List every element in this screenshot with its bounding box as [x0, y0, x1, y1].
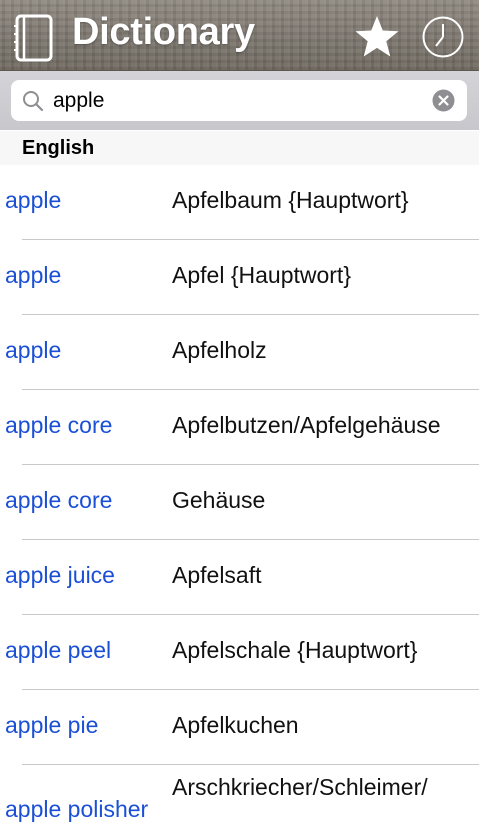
section-header: English [0, 131, 479, 165]
entry-translation: Apfelschale {Hauptwort} [172, 637, 418, 663]
clear-icon[interactable] [432, 89, 455, 112]
list-item[interactable]: apple pie Apfelkuchen [0, 690, 479, 765]
entry-word: apple peel [5, 637, 112, 663]
clock-icon[interactable] [421, 15, 465, 59]
entry-word: apple polisher [5, 796, 149, 822]
entry-word: apple [5, 262, 62, 288]
list-item[interactable]: apple juice Apfelsaft [0, 540, 479, 615]
entry-translation: Apfelbutzen/Apfelgehäuse [172, 412, 441, 438]
search-input[interactable] [53, 80, 423, 121]
book-icon[interactable] [14, 14, 54, 62]
entry-translation: Apfel {Hauptwort} [172, 262, 352, 288]
entry-translation: Apfelbaum {Hauptwort} [172, 187, 409, 213]
search-icon [23, 91, 44, 112]
entry-word: apple core [5, 487, 113, 513]
entry-word: apple juice [5, 562, 115, 588]
entry-translation: Apfelkuchen [172, 712, 299, 738]
entry-word: apple [5, 187, 62, 213]
search-field[interactable] [11, 80, 467, 121]
list-item[interactable]: apple Apfelholz [0, 315, 479, 390]
entry-translation: Apfelsaft [172, 562, 262, 588]
list-item[interactable]: apple Apfelbaum {Hauptwort} [0, 165, 479, 240]
app-title: Dictionary [72, 11, 255, 53]
entry-word: apple core [5, 412, 113, 438]
list-item[interactable]: apple polisher Arschkriecher/Schleimer/ [0, 765, 479, 840]
list-item[interactable]: apple peel Apfelschale {Hauptwort} [0, 615, 479, 690]
entry-translation: Apfelholz [172, 337, 267, 363]
section-label: English [22, 137, 95, 159]
star-icon[interactable] [354, 14, 400, 60]
results-list: apple Apfelbaum {Hauptwort} apple Apfel … [0, 165, 479, 840]
list-item[interactable]: apple core Apfelbutzen/Apfelgehäuse [0, 390, 479, 465]
list-item[interactable]: apple core Gehäuse [0, 465, 479, 540]
entry-word: apple [5, 337, 62, 363]
search-bar [0, 71, 479, 130]
entry-translation: Arschkriecher/Schleimer/ [172, 774, 428, 800]
list-item[interactable]: apple Apfel {Hauptwort} [0, 240, 479, 315]
entry-translation: Gehäuse [172, 487, 266, 513]
navigation-bar: Dictionary [0, 0, 479, 71]
entry-word: apple pie [5, 712, 99, 738]
